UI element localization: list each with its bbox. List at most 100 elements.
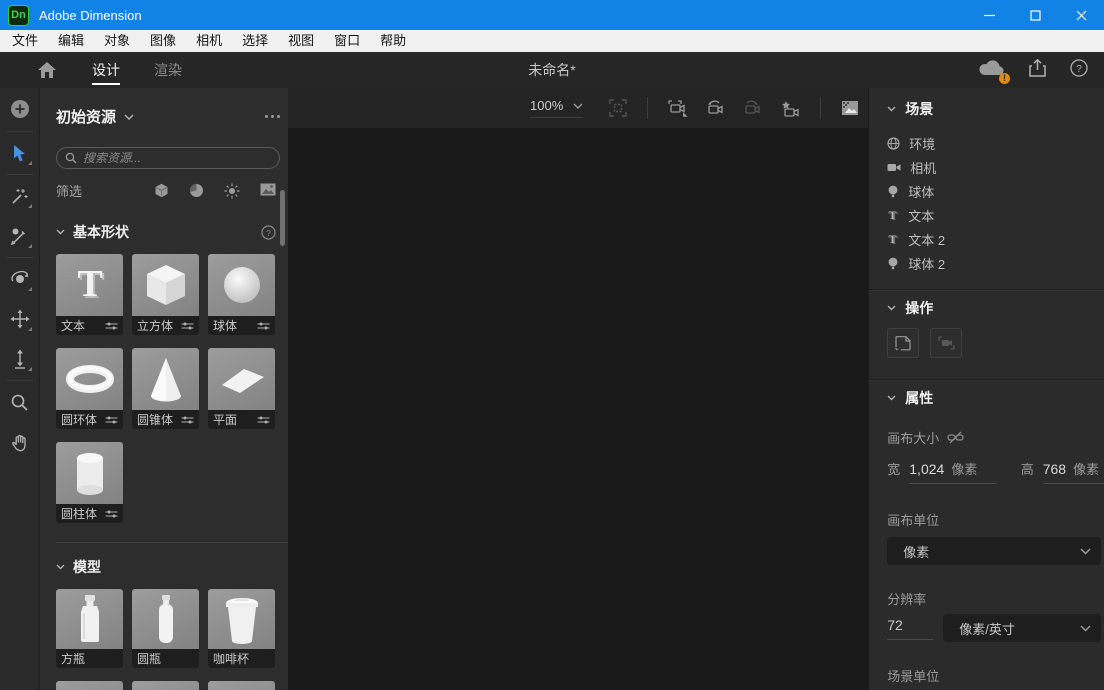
canvas-unit-select[interactable]: 像素 — [887, 537, 1101, 565]
resolution-value-field[interactable]: 72 — [887, 617, 933, 640]
svg-text:?: ? — [1076, 64, 1082, 75]
camera-bookmark-button[interactable]: ◣ — [660, 100, 697, 117]
panel-divider — [869, 289, 1104, 290]
asset-options-icon[interactable] — [257, 321, 270, 331]
zoom-tool[interactable] — [0, 382, 40, 422]
camera-redo-button[interactable] — [734, 100, 771, 117]
tab-design[interactable]: 设计 — [92, 52, 120, 88]
coffee-cup-thumbnail — [208, 589, 275, 649]
canvas-size-label: 画布大小 — [887, 428, 939, 447]
asset-options-icon[interactable] — [105, 321, 118, 331]
menu-object[interactable]: 对象 — [94, 30, 140, 52]
asset-card-text[interactable]: TT 文本 — [56, 254, 123, 335]
filter-lights-icon[interactable] — [224, 183, 240, 199]
panel-divider — [869, 379, 1104, 380]
canvas-width-field[interactable]: 1,024 像素 — [909, 459, 996, 484]
menu-image[interactable]: 图像 — [140, 30, 186, 52]
asset-options-icon[interactable] — [181, 321, 194, 331]
filter-models-icon[interactable] — [154, 183, 169, 198]
maximize-button[interactable] — [1012, 0, 1058, 30]
chevron-down-icon — [887, 106, 896, 112]
asset-options-icon[interactable] — [105, 415, 118, 425]
move-tool[interactable] — [0, 299, 40, 339]
asset-card-square-bottle[interactable]: 方瓶 — [56, 589, 123, 668]
menu-file[interactable]: 文件 — [2, 30, 48, 52]
set-canvas-size-button[interactable] — [887, 328, 919, 358]
section-divider — [56, 542, 288, 543]
round-bottle-thumbnail — [132, 589, 199, 649]
scene-item-environment[interactable]: 环境 — [887, 131, 1104, 155]
zoom-control[interactable]: 100% — [530, 98, 583, 118]
menu-help[interactable]: 帮助 — [370, 30, 416, 52]
asset-options-icon[interactable] — [181, 415, 194, 425]
camera-bookmark-star-button[interactable] — [771, 100, 808, 117]
asset-search-box[interactable] — [56, 147, 280, 169]
asset-card-torus[interactable]: 圆环体 — [56, 348, 123, 429]
search-input[interactable] — [83, 151, 263, 165]
cone-thumbnail — [132, 348, 199, 410]
menu-view[interactable]: 视图 — [278, 30, 324, 52]
viewport[interactable]: 100% ◣ — [288, 88, 868, 690]
asset-options-icon[interactable] — [257, 415, 270, 425]
shapes-help-icon[interactable]: ? — [261, 225, 276, 240]
chevron-down-icon[interactable] — [124, 114, 134, 120]
scene-item-text[interactable]: TT 文本 — [887, 203, 1104, 227]
assets-panel-title[interactable]: 初始资源 — [56, 106, 116, 127]
assets-scrollbar[interactable] — [280, 190, 285, 246]
scene-item-sphere[interactable]: 球体 — [887, 179, 1104, 203]
cylinder-thumbnail — [56, 442, 123, 504]
help-button[interactable]: ? — [1070, 59, 1088, 82]
resolution-unit-select[interactable]: 像素/英寸 — [943, 614, 1101, 642]
sampler-tool[interactable] — [0, 216, 40, 256]
chevron-down-icon[interactable] — [573, 103, 583, 109]
asset-card-plane[interactable]: 平面 — [208, 348, 275, 429]
asset-card-cylinder[interactable]: 圆柱体 — [56, 442, 123, 523]
menu-select[interactable]: 选择 — [232, 30, 278, 52]
toolstrip-divider — [7, 131, 33, 132]
actions-header[interactable]: 操作 — [887, 298, 1104, 318]
pan-tool[interactable] — [0, 422, 40, 462]
orbit-tool[interactable] — [0, 259, 40, 299]
asset-options-icon[interactable] — [105, 509, 118, 519]
share-button[interactable] — [1029, 59, 1046, 82]
scene-item-text-2[interactable]: TT 文本 2 — [887, 227, 1104, 251]
filter-materials-icon[interactable] — [189, 183, 204, 198]
asset-card-sphere[interactable]: 球体 — [208, 254, 275, 335]
basic-shapes-header[interactable]: 基本形状 ? — [56, 222, 280, 242]
zoom-level[interactable]: 100% — [530, 98, 563, 113]
properties-header[interactable]: 属性 — [887, 388, 1104, 408]
add-content-button[interactable] — [0, 88, 40, 130]
render-preview-button[interactable] — [833, 100, 868, 117]
square-bottle-thumbnail — [56, 589, 123, 649]
home-button[interactable] — [36, 62, 58, 78]
select-tool[interactable] — [0, 133, 40, 173]
chevron-down-icon — [56, 229, 65, 235]
canvas-height-field[interactable]: 768 像素 — [1043, 459, 1104, 484]
menu-window[interactable]: 窗口 — [324, 30, 370, 52]
unlink-icon[interactable] — [947, 431, 964, 444]
asset-card-cone[interactable]: 圆锥体 — [132, 348, 199, 429]
minimize-button[interactable] — [966, 0, 1012, 30]
match-camera-button[interactable] — [930, 328, 962, 358]
scene-item-sphere-2[interactable]: 球体 2 — [887, 251, 1104, 275]
menu-camera[interactable]: 相机 — [186, 30, 232, 52]
cloud-sync-button[interactable]: ! — [979, 59, 1005, 81]
menu-edit[interactable]: 编辑 — [48, 30, 94, 52]
scale-tool[interactable] — [0, 339, 40, 379]
filter-images-icon[interactable] — [260, 183, 276, 196]
scene-header[interactable]: 场景 — [887, 99, 1104, 119]
asset-card-round-bottle[interactable]: 圆瓶 — [132, 589, 199, 668]
asset-card-cube[interactable]: 立方体 — [132, 254, 199, 335]
assets-more-button[interactable] — [265, 115, 280, 118]
models-title: 模型 — [73, 557, 101, 577]
scene-item-camera[interactable]: 相机 — [887, 155, 1104, 179]
magic-wand-tool[interactable] — [0, 176, 40, 216]
render-preview-icon — [841, 100, 860, 117]
actions-title: 操作 — [905, 298, 933, 318]
close-button[interactable] — [1058, 0, 1104, 30]
fit-canvas-button[interactable] — [601, 99, 635, 117]
tab-render[interactable]: 渲染 — [154, 52, 182, 88]
models-header[interactable]: 模型 — [56, 557, 280, 577]
asset-card-coffee-cup[interactable]: 咖啡杯 — [208, 589, 275, 668]
camera-undo-button[interactable] — [697, 100, 734, 117]
